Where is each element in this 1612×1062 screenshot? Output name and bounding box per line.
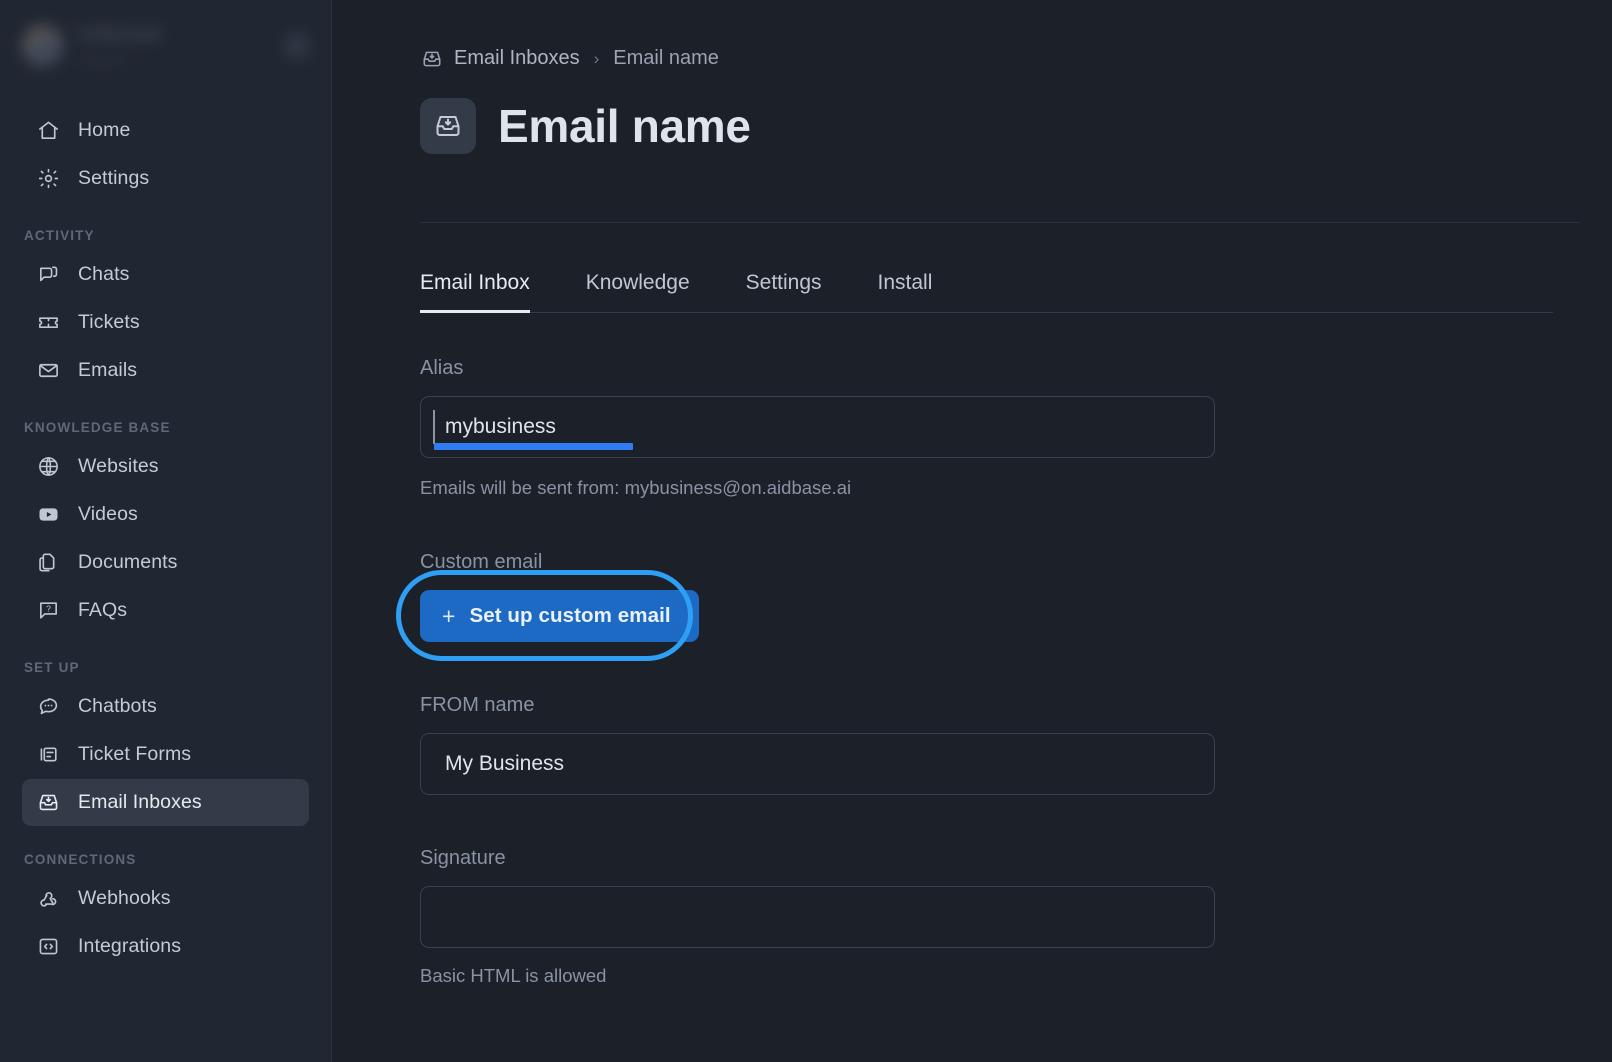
user-menu-icon[interactable] bbox=[285, 33, 309, 58]
sidebar-item-faqs[interactable]: ? FAQs bbox=[22, 587, 309, 634]
page-header: Email name bbox=[420, 98, 1612, 154]
documents-icon bbox=[36, 551, 60, 575]
home-icon bbox=[36, 119, 60, 143]
user-name: redacted bbox=[78, 24, 161, 45]
plus-icon: + bbox=[442, 602, 456, 629]
tab-knowledge[interactable]: Knowledge bbox=[586, 271, 690, 313]
alias-help-text: Emails will be sent from: mybusiness@on.… bbox=[420, 477, 852, 498]
faq-question-icon: ? bbox=[36, 599, 60, 623]
breadcrumb: Email Inboxes › Email name bbox=[420, 47, 1612, 70]
alias-input-value: mybusiness bbox=[445, 415, 556, 438]
sidebar-nav: Home Settings ACTIVITY Chats Tickets Ema… bbox=[0, 92, 331, 970]
sidebar-item-chatbots[interactable]: Chatbots bbox=[22, 683, 309, 730]
avatar bbox=[22, 24, 64, 67]
chat-bubble-icon bbox=[36, 263, 60, 287]
sidebar-user-block[interactable]: redacted redacted bbox=[0, 0, 331, 92]
sidebar-item-label: Ticket Forms bbox=[78, 743, 192, 765]
sidebar-item-label: Integrations bbox=[78, 935, 182, 957]
webhook-icon bbox=[36, 887, 60, 911]
from-name-label: FROM name bbox=[420, 694, 535, 716]
breadcrumb-parent-link[interactable]: Email Inboxes bbox=[454, 47, 580, 70]
sidebar-section-set-up: SET UP bbox=[24, 660, 80, 675]
page-title: Email name bbox=[498, 100, 751, 152]
sidebar-item-tickets[interactable]: Tickets bbox=[22, 299, 309, 346]
main-content: Email Inboxes › Email name Email name Em… bbox=[332, 0, 1612, 1062]
sidebar-item-ticket-forms[interactable]: Ticket Forms bbox=[22, 731, 309, 778]
code-brackets-icon bbox=[36, 935, 60, 959]
signature-textarea[interactable] bbox=[420, 886, 1215, 948]
sidebar-item-label: Websites bbox=[78, 455, 159, 477]
breadcrumb-current: Email name bbox=[613, 47, 719, 69]
sidebar-item-label: Email Inboxes bbox=[78, 791, 202, 813]
sidebar-item-label: Chats bbox=[78, 263, 130, 285]
custom-email-label: Custom email bbox=[420, 551, 543, 573]
envelope-icon bbox=[36, 359, 60, 383]
sidebar-section-knowledge-base: KNOWLEDGE BASE bbox=[24, 420, 171, 435]
sidebar-item-chats[interactable]: Chats bbox=[22, 251, 309, 298]
chevron-right-icon: › bbox=[593, 48, 600, 68]
from-name-input[interactable]: My Business bbox=[420, 733, 1215, 795]
sidebar-item-label: Settings bbox=[78, 167, 150, 189]
tab-bar: Email Inbox Knowledge Settings Install bbox=[420, 271, 1585, 313]
sidebar-item-integrations[interactable]: Integrations bbox=[22, 923, 309, 970]
svg-text:?: ? bbox=[46, 603, 51, 613]
sidebar-item-websites[interactable]: Websites bbox=[22, 443, 309, 490]
sidebar: redacted redacted Home Settings ACTIVITY… bbox=[0, 0, 332, 1062]
sidebar-item-emails[interactable]: Emails bbox=[22, 347, 309, 394]
inbox-icon bbox=[420, 98, 476, 154]
sidebar-item-home[interactable]: Home bbox=[22, 107, 309, 154]
ticket-form-icon bbox=[36, 743, 60, 767]
sidebar-section-activity: ACTIVITY bbox=[24, 228, 95, 243]
inbox-icon bbox=[36, 791, 60, 815]
sidebar-item-label: Chatbots bbox=[78, 695, 157, 717]
tab-email-inbox[interactable]: Email Inbox bbox=[420, 271, 530, 313]
video-play-icon bbox=[36, 503, 60, 527]
email-inbox-form: Alias mybusiness Emails will be sent fro… bbox=[396, 357, 1240, 987]
text-caret bbox=[433, 410, 435, 444]
sidebar-item-label: Tickets bbox=[78, 311, 140, 333]
sidebar-item-label: Emails bbox=[78, 359, 138, 381]
chatbot-bubble-icon bbox=[36, 695, 60, 719]
app-root: redacted redacted Home Settings ACTIVITY… bbox=[0, 0, 1612, 1062]
user-subtitle: redacted bbox=[78, 53, 125, 67]
sidebar-item-settings[interactable]: Settings bbox=[22, 155, 309, 202]
alias-selection-bar bbox=[434, 443, 633, 450]
sidebar-item-email-inboxes[interactable]: Email Inboxes bbox=[22, 779, 309, 826]
signature-help-text: Basic HTML is allowed bbox=[420, 965, 607, 986]
custom-email-section: + Set up custom email bbox=[396, 570, 1240, 661]
sidebar-item-webhooks[interactable]: Webhooks bbox=[22, 875, 309, 922]
from-name-input-value: My Business bbox=[445, 752, 565, 775]
alias-label: Alias bbox=[420, 357, 464, 379]
signature-label: Signature bbox=[420, 847, 506, 869]
ticket-icon bbox=[36, 311, 60, 335]
tab-install[interactable]: Install bbox=[878, 271, 933, 313]
header-divider bbox=[420, 222, 1580, 223]
inbox-icon bbox=[420, 47, 443, 70]
alias-input[interactable]: mybusiness bbox=[420, 396, 1215, 458]
tab-settings[interactable]: Settings bbox=[746, 271, 822, 313]
sidebar-item-label: FAQs bbox=[78, 599, 128, 621]
set-up-custom-email-button[interactable]: + Set up custom email bbox=[420, 590, 699, 642]
user-text: redacted redacted bbox=[78, 24, 285, 67]
sidebar-item-videos[interactable]: Videos bbox=[22, 491, 309, 538]
sidebar-section-connections: CONNECTIONS bbox=[24, 852, 137, 867]
sidebar-item-label: Webhooks bbox=[78, 887, 171, 909]
globe-icon bbox=[36, 455, 60, 479]
sidebar-item-documents[interactable]: Documents bbox=[22, 539, 309, 586]
sidebar-item-label: Documents bbox=[78, 551, 178, 573]
sidebar-item-label: Videos bbox=[78, 503, 138, 525]
sidebar-item-label: Home bbox=[78, 119, 131, 141]
set-up-custom-email-label: Set up custom email bbox=[469, 604, 671, 627]
gear-icon bbox=[36, 167, 60, 191]
